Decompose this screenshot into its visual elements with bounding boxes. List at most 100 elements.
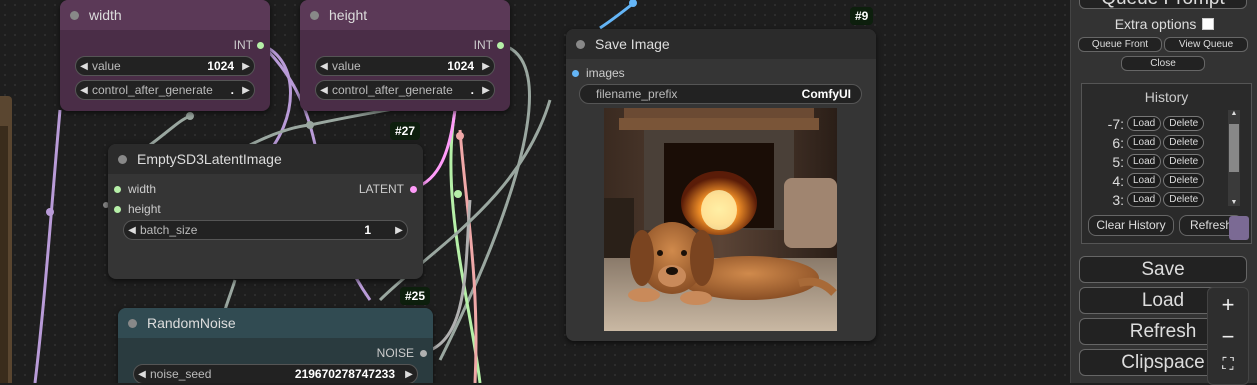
- noise-seed-widget[interactable]: ◀ noise_seed 219670278747233 ▶: [133, 364, 418, 383]
- widget-label: noise_seed: [150, 367, 212, 381]
- increment-arrow-icon[interactable]: ▶: [478, 61, 494, 72]
- zoom-out-icon[interactable]: −: [1208, 324, 1248, 350]
- collapse-dot-icon[interactable]: [118, 154, 127, 164]
- decrement-arrow-icon[interactable]: ◀: [134, 369, 150, 380]
- graph-canvas[interactable]: width INT ◀ value 1024 ▶ ◀ control_after…: [0, 0, 1070, 383]
- load-button[interactable]: Load: [1127, 135, 1162, 150]
- collapse-dot-icon[interactable]: [70, 10, 79, 20]
- node-header[interactable]: width: [60, 0, 270, 30]
- panel-resize-handle[interactable]: [1229, 216, 1249, 240]
- zoom-controls: + − ⛶: [1207, 287, 1249, 385]
- output-latent[interactable]: LATENT: [359, 182, 417, 196]
- width-node[interactable]: width INT ◀ value 1024 ▶ ◀ control_after…: [60, 0, 270, 111]
- widget-value: 1024: [447, 59, 474, 73]
- input-dot-icon[interactable]: [572, 69, 579, 77]
- height-node[interactable]: height INT ◀ value 1024 ▶ ◀ control_afte…: [300, 0, 510, 111]
- load-button[interactable]: Load: [1127, 173, 1162, 188]
- batch-size-widget[interactable]: ◀ batch_size 1 ▶: [123, 220, 408, 240]
- value-widget[interactable]: ◀ value 1024 ▶: [315, 56, 495, 76]
- extra-options[interactable]: Extra options: [1071, 16, 1257, 32]
- widget-label: control_after_generate: [332, 83, 453, 97]
- widget-value: 1: [364, 223, 371, 237]
- node-header[interactable]: RandomNoise: [118, 308, 433, 338]
- control-widget[interactable]: ◀ control_after_generate . ▶: [315, 80, 495, 100]
- button-label: Save: [1141, 259, 1185, 280]
- scroll-thumb[interactable]: [1229, 124, 1239, 172]
- output-noise-dot-icon[interactable]: [420, 349, 427, 357]
- scroll-down-icon[interactable]: ▼: [1228, 199, 1240, 206]
- next-arrow-icon[interactable]: ▶: [478, 85, 494, 96]
- image-preview[interactable]: [604, 108, 837, 331]
- load-button[interactable]: Load: [1127, 192, 1162, 207]
- widget-label: value: [332, 59, 361, 73]
- save-button[interactable]: Save: [1079, 256, 1247, 283]
- collapse-dot-icon[interactable]: [310, 10, 319, 20]
- output-latent-dot-icon[interactable]: [410, 185, 417, 193]
- delete-button[interactable]: Delete: [1163, 116, 1205, 131]
- random-noise-node[interactable]: RandomNoise NOISE ◀ noise_seed 219670278…: [118, 308, 433, 383]
- output-int[interactable]: INT: [234, 38, 264, 52]
- delete-button[interactable]: Delete: [1163, 192, 1205, 207]
- button-label: Clear History: [1096, 218, 1166, 232]
- value-widget[interactable]: ◀ value 1024 ▶: [75, 56, 255, 76]
- delete-button[interactable]: Delete: [1163, 135, 1205, 150]
- increment-arrow-icon[interactable]: ▶: [238, 61, 254, 72]
- button-label: Clipspace: [1121, 352, 1205, 373]
- input-dot-icon[interactable]: [114, 185, 121, 193]
- node-id-badge: #9: [850, 7, 874, 25]
- output-int-dot-icon[interactable]: [497, 41, 504, 49]
- control-widget[interactable]: ◀ control_after_generate . ▶: [75, 80, 255, 100]
- checkbox[interactable]: [1202, 18, 1215, 30]
- decrement-arrow-icon[interactable]: ◀: [316, 61, 332, 72]
- delete-button[interactable]: Delete: [1163, 173, 1205, 188]
- input-images[interactable]: images: [572, 66, 625, 80]
- node-title: height: [329, 7, 368, 23]
- output-int[interactable]: INT: [474, 38, 504, 52]
- decrement-arrow-icon[interactable]: ◀: [76, 61, 92, 72]
- history-item: -7: Load Delete: [1082, 115, 1206, 132]
- view-queue-button[interactable]: View Queue: [1164, 37, 1248, 52]
- button-label: View Queue: [1178, 39, 1234, 50]
- increment-arrow-icon[interactable]: ▶: [401, 369, 417, 380]
- input-width[interactable]: width: [114, 182, 156, 196]
- history-number: 4:: [1112, 172, 1124, 189]
- collapse-dot-icon[interactable]: [576, 39, 585, 49]
- filename-prefix-widget[interactable]: filename_prefix ComfyUI: [579, 84, 862, 104]
- prev-arrow-icon[interactable]: ◀: [316, 85, 332, 96]
- decrement-arrow-icon[interactable]: ◀: [124, 225, 140, 236]
- increment-arrow-icon[interactable]: ▶: [391, 225, 407, 236]
- node-header[interactable]: height: [300, 0, 510, 30]
- button-label: Queue Prompt: [1101, 0, 1225, 9]
- output-noise[interactable]: NOISE: [377, 346, 427, 360]
- input-label: height: [128, 202, 161, 216]
- empty-sd3-latent-node[interactable]: EmptySD3LatentImage width height LATENT …: [108, 144, 423, 279]
- widget-label: value: [92, 59, 121, 73]
- history-number: 3:: [1112, 191, 1124, 208]
- close-button[interactable]: Close: [1121, 56, 1205, 71]
- output-type-label: INT: [473, 38, 493, 52]
- output-int-dot-icon[interactable]: [257, 41, 264, 49]
- input-height[interactable]: height: [114, 202, 161, 216]
- input-label: images: [586, 66, 625, 80]
- node-header[interactable]: EmptySD3LatentImage: [108, 144, 423, 174]
- history-item: 3: Load Delete: [1082, 191, 1206, 208]
- node-header[interactable]: Save Image: [566, 29, 876, 59]
- next-arrow-icon[interactable]: ▶: [238, 85, 254, 96]
- delete-button[interactable]: Delete: [1163, 154, 1205, 169]
- clear-history-button[interactable]: Clear History: [1088, 215, 1174, 236]
- history-number: 5:: [1112, 153, 1124, 170]
- scroll-up-icon[interactable]: ▲: [1228, 110, 1240, 117]
- prev-arrow-icon[interactable]: ◀: [76, 85, 92, 96]
- fit-view-icon[interactable]: ⛶: [1208, 356, 1248, 374]
- queue-prompt-button[interactable]: Queue Prompt: [1079, 0, 1247, 9]
- history-scrollbar[interactable]: ▲ ▼: [1228, 110, 1240, 206]
- queue-front-button[interactable]: Queue Front: [1078, 37, 1162, 52]
- collapse-dot-icon[interactable]: [128, 318, 137, 328]
- output-type-label: LATENT: [358, 182, 404, 196]
- input-dot-icon[interactable]: [114, 205, 121, 213]
- load-button[interactable]: Load: [1127, 116, 1162, 131]
- save-image-node[interactable]: Save Image images filename_prefix ComfyU…: [566, 29, 876, 341]
- load-button[interactable]: Load: [1127, 154, 1162, 169]
- button-label: Load: [1141, 290, 1185, 311]
- zoom-in-icon[interactable]: +: [1208, 292, 1248, 318]
